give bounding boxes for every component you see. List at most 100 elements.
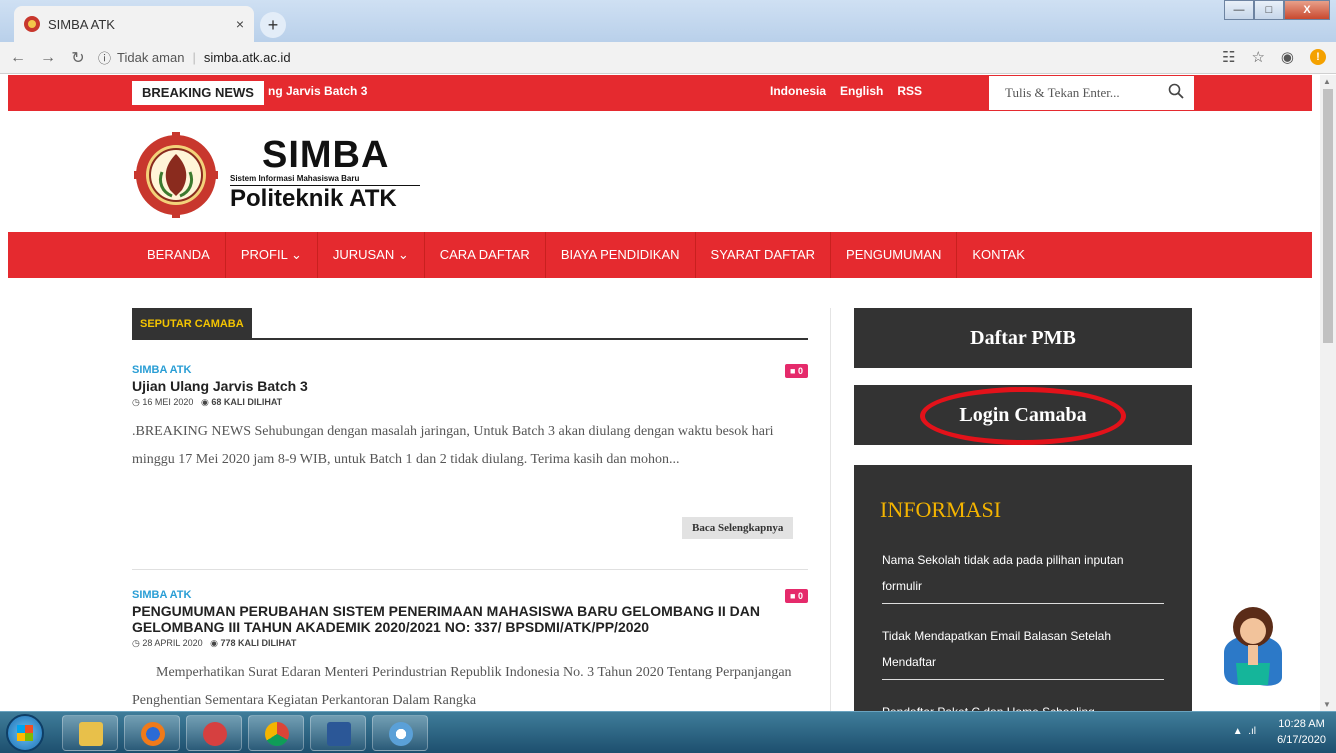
url-text[interactable]: simba.atk.ac.id: [204, 50, 291, 65]
informasi-title: INFORMASI: [880, 497, 1002, 522]
bookmark-star-icon[interactable]: ☆: [1251, 48, 1264, 66]
column-separator: [830, 308, 831, 711]
logo-title: SIMBA: [262, 134, 390, 176]
scroll-up-icon[interactable]: ▲: [1323, 77, 1331, 86]
clock-icon: ◷: [132, 638, 140, 648]
top-bar: BREAKING NEWS ng Jarvis Batch 3 Indonesi…: [8, 75, 1312, 111]
update-warning-icon[interactable]: !: [1310, 49, 1326, 65]
scroll-down-icon[interactable]: ▼: [1323, 700, 1331, 709]
site-logo[interactable]: SIMBA Sistem Informasi Mahasiswa Baru Po…: [132, 130, 422, 218]
section-tag[interactable]: SEPUTAR CAMABA: [132, 308, 252, 340]
tray-icons[interactable]: ▲ .ıl: [1233, 726, 1256, 737]
comment-count-badge[interactable]: ■ 0: [785, 589, 808, 603]
comment-count-badge[interactable]: ■ 0: [785, 364, 808, 378]
logo-org: Politeknik ATK: [230, 185, 397, 212]
news-ticker[interactable]: ng Jarvis Batch 3: [268, 84, 367, 98]
page-viewport: BREAKING NEWS ng Jarvis Batch 3 Indonesi…: [0, 75, 1320, 711]
chat-assistant-icon[interactable]: [1210, 593, 1296, 689]
site-favicon-icon: [24, 16, 40, 32]
translate-icon[interactable]: ☷: [1222, 48, 1235, 66]
browser-tab[interactable]: SIMBA ATK ×: [14, 6, 254, 42]
profile-icon[interactable]: ◉: [1281, 48, 1294, 66]
window-close-button[interactable]: X: [1284, 0, 1330, 20]
chrome-icon: [265, 722, 289, 746]
article-meta: ◷ 28 APRIL 2020 ◉ 778 KALI DILIHAT: [132, 638, 808, 649]
windows-taskbar: ▲ .ıl 10:28 AM 6/17/2020: [0, 711, 1336, 753]
window-controls: — □ X: [1224, 0, 1330, 20]
nav-item-profil[interactable]: PROFIL ⌄: [226, 232, 318, 278]
info-icon[interactable]: ⓘ: [98, 48, 111, 67]
start-button[interactable]: [6, 714, 44, 752]
top-links: Indonesia English RSS: [770, 84, 922, 98]
address-bar: ← → ↻ ⓘ Tidak aman | simba.atk.ac.id ☷ ☆…: [0, 42, 1336, 74]
article-divider: [132, 569, 808, 570]
article-category[interactable]: SIMBA ATK: [132, 364, 808, 376]
breaking-news-label: BREAKING NEWS: [132, 81, 264, 105]
clock-date: 6/17/2020: [1277, 734, 1326, 746]
nav-item-jurusan[interactable]: JURUSAN ⌄: [318, 232, 425, 278]
lang-english-link[interactable]: English: [840, 84, 883, 98]
system-clock[interactable]: 10:28 AM 6/17/2020: [1277, 716, 1326, 748]
clock-time: 10:28 AM: [1278, 718, 1325, 730]
section-header: SEPUTAR CAMABA: [132, 308, 808, 340]
informasi-widget: INFORMASI Nama Sekolah tidak ada pada pi…: [854, 465, 1192, 711]
article-title[interactable]: PENGUMUMAN PERUBAHAN SISTEM PENERIMAAN M…: [132, 603, 792, 635]
comment-icon: ■: [790, 591, 796, 601]
article-views: 778 KALI DILIHAT: [220, 638, 297, 648]
article-card: SIMBA ATK PENGUMUMAN PERUBAHAN SISTEM PE…: [132, 589, 808, 711]
nav-item-beranda[interactable]: BERANDA: [132, 232, 226, 278]
scrollbar-thumb[interactable]: [1323, 89, 1333, 343]
article-views: 68 KALI DILIHAT: [211, 397, 283, 407]
new-tab-button[interactable]: +: [260, 12, 286, 38]
comment-count: 0: [797, 591, 803, 601]
eye-icon: ◉: [200, 397, 209, 407]
search-icon[interactable]: [1168, 83, 1184, 99]
nav-item-syarat-daftar[interactable]: SYARAT DAFTAR: [696, 232, 832, 278]
highlight-annotation: [920, 387, 1126, 445]
clock-icon: ◷: [132, 397, 140, 407]
article-date: 16 MEI 2020: [142, 397, 194, 407]
daftar-pmb-button[interactable]: Daftar PMB: [854, 308, 1192, 368]
minimize-button[interactable]: —: [1224, 0, 1254, 20]
search-input[interactable]: [989, 76, 1149, 110]
taskbar-firefox[interactable]: [124, 715, 180, 751]
article-date: 28 APRIL 2020: [142, 638, 203, 648]
omnibox[interactable]: ⓘ Tidak aman | simba.atk.ac.id: [98, 48, 291, 67]
omnibox-separator: |: [192, 50, 196, 65]
toolbar-icons: ☷ ☆ ◉ !: [1222, 48, 1326, 66]
taskbar-word[interactable]: [310, 715, 366, 751]
back-arrow-icon[interactable]: ←: [6, 49, 30, 67]
info-link[interactable]: Tidak Mendapatkan Email Balasan Setelah …: [882, 623, 1164, 680]
folder-icon: [79, 722, 103, 746]
lang-indonesia-link[interactable]: Indonesia: [770, 84, 826, 98]
security-label: Tidak aman: [117, 50, 185, 65]
article-card: SIMBA ATK Ujian Ulang Jarvis Batch 3 ◷ 1…: [132, 364, 808, 474]
taskbar-snipping[interactable]: [186, 715, 242, 751]
page-scrollbar[interactable]: ▲ ▼: [1320, 75, 1336, 711]
main-navigation: BERANDA PROFIL ⌄ JURUSAN ⌄ CARA DAFTAR B…: [8, 232, 1312, 278]
taskbar-paint[interactable]: [372, 715, 428, 751]
eye-icon: ◉: [210, 638, 218, 648]
rss-link[interactable]: RSS: [897, 84, 922, 98]
maximize-button[interactable]: □: [1254, 0, 1284, 20]
word-icon: [327, 722, 351, 746]
info-link[interactable]: Pendaftar Paket C dan Home Schooling: [882, 699, 1164, 711]
search-box: [988, 75, 1195, 111]
nav-item-biaya-pendidikan[interactable]: BIAYA PENDIDIKAN: [546, 232, 696, 278]
nav-item-pengumuman[interactable]: PENGUMUMAN: [831, 232, 958, 278]
nav-item-cara-daftar[interactable]: CARA DAFTAR: [425, 232, 546, 278]
snipping-tool-icon: [203, 722, 227, 746]
article-meta: ◷ 16 MEI 2020 ◉ 68 KALI DILIHAT: [132, 397, 808, 408]
reload-icon[interactable]: ↻: [66, 48, 90, 68]
article-title[interactable]: Ujian Ulang Jarvis Batch 3: [132, 378, 808, 394]
comment-count: 0: [797, 366, 803, 376]
taskbar-explorer[interactable]: [62, 715, 118, 751]
read-more-button[interactable]: Baca Selengkapnya: [682, 517, 794, 539]
article-excerpt: .BREAKING NEWS Sehubungan dengan masalah…: [132, 424, 774, 467]
tab-close-icon[interactable]: ×: [236, 16, 244, 32]
info-link[interactable]: Nama Sekolah tidak ada pada pilihan inpu…: [882, 547, 1164, 604]
taskbar-chrome[interactable]: [248, 715, 304, 751]
nav-item-kontak[interactable]: KONTAK: [957, 232, 1040, 278]
article-category[interactable]: SIMBA ATK: [132, 589, 808, 601]
forward-arrow-icon[interactable]: →: [36, 49, 60, 67]
